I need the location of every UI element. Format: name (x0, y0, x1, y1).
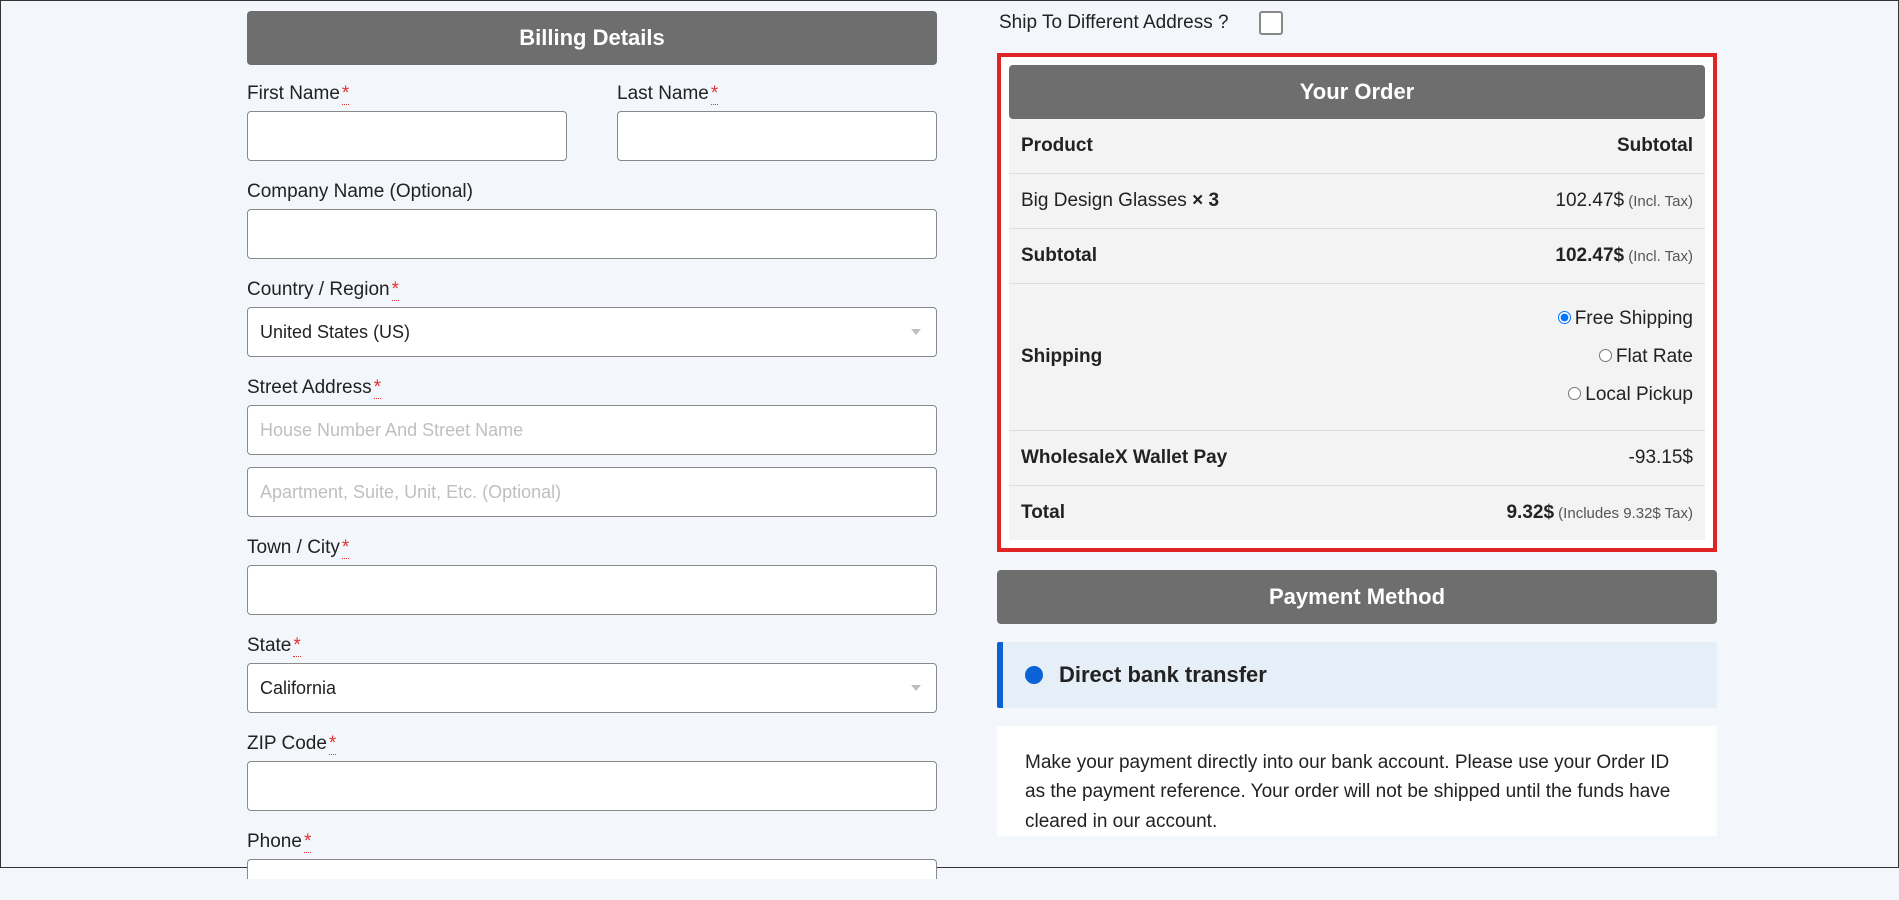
street-label: Street Address* (247, 377, 937, 399)
order-header: Your Order (1009, 65, 1705, 119)
first-name-input[interactable] (247, 111, 567, 161)
wallet-label: WholesaleX Wallet Pay (1021, 447, 1629, 469)
phone-input[interactable] (247, 859, 937, 879)
state-label: State* (247, 635, 937, 657)
last-name-input[interactable] (617, 111, 937, 161)
ship-diff-label: Ship To Different Address ? (999, 12, 1229, 34)
subtotal-col-header: Subtotal (1617, 135, 1693, 157)
ship-free-option[interactable]: Free Shipping (1558, 300, 1693, 338)
wallet-value: -93.15$ (1629, 447, 1693, 469)
country-select[interactable]: United States (US) (247, 307, 937, 357)
city-input[interactable] (247, 565, 937, 615)
payment-method-label: Direct bank transfer (1059, 662, 1267, 688)
ship-diff-checkbox[interactable] (1259, 11, 1283, 35)
zip-input[interactable] (247, 761, 937, 811)
order-column: Ship To Different Address ? Your Order P… (997, 11, 1717, 900)
ship-local-option[interactable]: Local Pickup (1558, 376, 1693, 414)
payment-method-option[interactable]: Direct bank transfer (997, 642, 1717, 708)
last-name-label: Last Name* (617, 83, 937, 105)
radio-filled-icon (1025, 666, 1043, 684)
subtotal-value: 102.47$ (Incl. Tax) (1555, 245, 1693, 267)
state-select[interactable]: California (247, 663, 937, 713)
order-item-price: 102.47$ (Incl. Tax) (1555, 190, 1693, 212)
city-label: Town / City* (247, 537, 937, 559)
shipping-label: Shipping (1021, 346, 1558, 368)
company-label: Company Name (Optional) (247, 181, 937, 203)
total-label: Total (1021, 502, 1506, 524)
first-name-label: First Name* (247, 83, 567, 105)
order-item: Big Design Glasses × 3 (1021, 190, 1555, 212)
subtotal-label: Subtotal (1021, 245, 1555, 267)
product-col-header: Product (1021, 135, 1617, 157)
billing-header: Billing Details (247, 11, 937, 65)
payment-header: Payment Method (997, 570, 1717, 624)
country-label: Country / Region* (247, 279, 937, 301)
street2-input[interactable] (247, 467, 937, 517)
company-input[interactable] (247, 209, 937, 259)
payment-description: Make your payment directly into our bank… (997, 726, 1717, 836)
street-input[interactable] (247, 405, 937, 455)
order-box: Your Order Product Subtotal Big Design G… (997, 53, 1717, 552)
billing-column: Billing Details First Name* Last Name* C… (247, 11, 937, 900)
ship-flat-option[interactable]: Flat Rate (1558, 338, 1693, 376)
total-value: 9.32$ (Includes 9.32$ Tax) (1506, 502, 1693, 524)
phone-label: Phone* (247, 831, 937, 853)
zip-label: ZIP Code* (247, 733, 937, 755)
